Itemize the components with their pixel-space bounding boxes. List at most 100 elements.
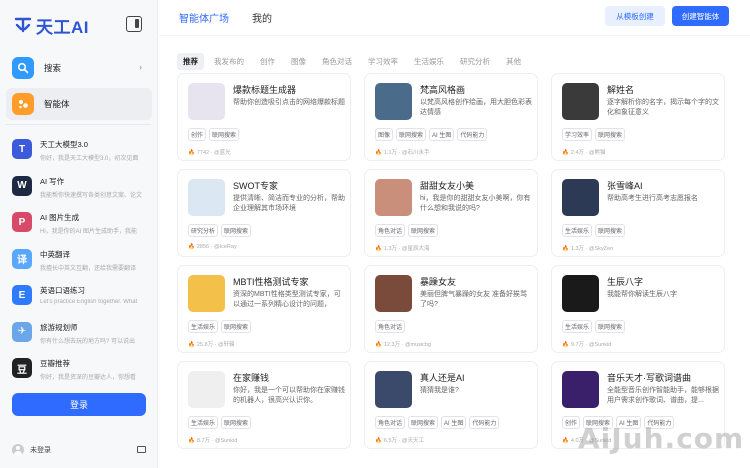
nav-item-agents[interactable]: 智能体 (6, 88, 152, 120)
agent-tags: 生活娱乐 联网搜索 (562, 224, 626, 237)
agent-tag: 联网搜索 (583, 416, 614, 429)
agent-card[interactable]: 暴躁女友 美丽但脾气暴躁的女友 准备好挨骂了吗? 角色对话 🔥 12.3万 · @mus… (364, 265, 538, 353)
agent-meta: 🔥 25.8万 · @轩辕 (188, 340, 235, 348)
agent-thumbnail (562, 371, 599, 408)
agent-icon (12, 93, 34, 115)
agent-tag: 代码能力 (457, 128, 488, 141)
agent-title: 真人还是AI (420, 373, 465, 383)
agent-meta: 🔥 2.4万 · @熊猫 (562, 148, 606, 156)
agent-desc: 帮助高考生进行高考志愿报名 (607, 195, 698, 202)
category-tab[interactable]: 图像 (285, 53, 312, 70)
agent-title: 甜甜女友小美 (420, 181, 475, 191)
model-text: AI 写作我能帮你快速撰写各类创意文案、论文 (40, 176, 146, 199)
wallet-icon[interactable] (137, 446, 146, 453)
agent-card[interactable]: 梵高风格画 以梵高风格创作绘画，用大胆色彩表达情感 图像 联网搜索 AI 生图 代码能力 🔥… (364, 73, 538, 161)
category-tab[interactable]: 其他 (500, 53, 527, 70)
category-tab[interactable]: 推荐 (177, 53, 204, 70)
agent-card[interactable]: 张雪峰AI 帮助高考生进行高考志愿报名 生活娱乐 联网搜索 🔥 1.3万 · @SkyZe… (551, 169, 725, 257)
agent-author: @天天工 (401, 438, 424, 444)
agent-tag: 联网搜索 (408, 416, 439, 429)
model-item[interactable]: ✈ 旅游规划师 你有什么想去玩的地方吗? 可以说出 (6, 315, 152, 352)
user-row[interactable]: 未登录 (12, 444, 51, 456)
agent-thumbnail (375, 179, 412, 216)
nav-item-search[interactable]: 搜索 › (6, 52, 152, 84)
main-content: 智能体广场 我的 从模板创建 创建智能体 推荐 我发布的 创作 图像 角色对话 学习效率生… (159, 0, 750, 468)
agent-count: 25.8万 (196, 342, 214, 348)
agent-tag: 联网搜索 (209, 128, 240, 141)
category-tab[interactable]: 创作 (254, 53, 281, 70)
sidebar-collapse-icon[interactable] (126, 16, 142, 32)
tab-mine[interactable]: 我的 (252, 10, 272, 25)
agent-count: 2.4万 (570, 150, 585, 156)
agent-thumbnail (562, 179, 599, 216)
agent-tag: 联网搜索 (408, 224, 439, 237)
agent-meta: 🔥 9.7万 · @Sunkid (562, 340, 611, 348)
model-list: T 天工大模型3.0 你好，我是天工大模型3.0，初次见面 W AI 写作 我能帮你快速撰… (6, 132, 152, 390)
agent-author: @Sunkid (588, 438, 612, 444)
agent-card[interactable]: MBTI性格测试专家 资深的MBTI性格类型测试专家，可以通过一系列精心设计的问题… (177, 265, 351, 353)
agent-author: @石川永手 (401, 150, 430, 156)
category-tab[interactable]: 角色对话 (316, 53, 358, 70)
model-text: 豆瓣推荐 你好，我是资深的豆瓣达人，你想看 (40, 358, 146, 381)
agent-title: 张雪峰AI (607, 181, 643, 191)
model-item[interactable]: P AI 图片生成 Hi，我是你的AI 图片生成助手，我能 (6, 205, 152, 242)
model-desc: 我能帮你快速撰写各类创意文案、论文 (40, 192, 143, 199)
agent-count: 12.3万 (383, 342, 401, 348)
logo[interactable]: 天工AI (14, 14, 89, 37)
model-item[interactable]: C编程助理 (6, 388, 152, 391)
sidebar-divider (6, 124, 151, 125)
agent-card[interactable]: 真人还是AI 猜猜我是谁? 角色对话 联网搜索 AI 生图 代码能力 🔥 6.5万 · @天天… (364, 361, 538, 449)
agent-tag: 生活娱乐 (562, 320, 593, 333)
model-item[interactable]: E 英语口语练习 Let's practice English together. … (6, 278, 152, 315)
fire-icon: 🔥 (188, 438, 195, 444)
model-icon: 豆 (12, 358, 32, 378)
agent-desc: 猜猜我是谁? (420, 387, 459, 394)
agent-card[interactable]: SWOT专家 提供清晰、简洁而专业的分析，帮助企业理解其市场环境 研究分析 联网搜索 🔥… (177, 169, 351, 257)
agent-count: 7742 (196, 150, 210, 156)
agent-card[interactable]: 生辰八字 我能帮你解读生辰八字 生活娱乐 联网搜索 🔥 9.7万 · @Sunkid (551, 265, 725, 353)
model-item[interactable]: 豆豆瓣推荐 你好，我是资深的豆瓣达人，你想看 (6, 351, 152, 388)
agent-tag: 联网搜索 (221, 224, 252, 237)
model-item[interactable]: W AI 写作 我能帮你快速撰写各类创意文案、论文 (6, 169, 152, 206)
category-tab[interactable]: 学习效率 (362, 53, 404, 70)
category-tab[interactable]: 生活娱乐 (408, 53, 450, 70)
agent-title: SWOT专家 (233, 181, 278, 191)
agent-card[interactable]: 在家赚钱 你好，我是一个可以帮助你在家赚钱的机器人，很高兴认识你。 生活娱乐 联网搜索… (177, 361, 351, 449)
agent-thumbnail (375, 83, 412, 120)
agent-card[interactable]: 甜甜女友小美 hi，我是你的甜甜女友小美啊，你有什么想和我说的吗? 角色对话 联网搜索… (364, 169, 538, 257)
fire-icon: 🔥 (562, 246, 569, 252)
category-tab[interactable]: 研究分析 (454, 53, 496, 70)
model-item[interactable]: T 天工大模型3.0 你好，我是天工大模型3.0，初次见面 (6, 132, 152, 169)
agent-tag: 联网搜索 (595, 128, 626, 141)
category-tab[interactable]: 我发布的 (208, 53, 250, 70)
model-desc: Hi，我是你的AI 图片生成助手，我能 (40, 229, 138, 235)
agent-title: MBTI性格测试专家 (233, 277, 309, 287)
model-name: AI 写作 (40, 176, 65, 186)
agent-card[interactable]: 解姓名 逐字解析你的名字，揭示每个字的文化和象征意义 学习效率 联网搜索 🔥 2.4万 ·… (551, 73, 725, 161)
agent-tag: 代码能力 (644, 416, 675, 429)
agent-author: @熊猫 (588, 150, 606, 156)
tab-agent-square[interactable]: 智能体广场 (179, 10, 229, 25)
model-text: 旅游规划师你有什么想去玩的地方吗? 可以说出 (40, 322, 146, 345)
agent-tag: 联网搜索 (221, 416, 252, 429)
agent-desc: 我能帮你解读生辰八字 (607, 291, 677, 298)
agent-author: @Sunkid (214, 438, 238, 444)
agent-card[interactable]: 爆款标题生成器 帮助你创造吸引点击的网络爆款标题 创作 联网搜索 🔥 7742 · @蓝光 (177, 73, 351, 161)
model-name: 旅游规划师 (40, 322, 78, 332)
login-button[interactable]: 登录 (12, 393, 146, 416)
agent-tag: 学习效率 (562, 128, 593, 141)
agent-tag: 角色对话 (375, 320, 406, 333)
fire-icon: 🔥 (375, 246, 382, 252)
agent-count: 9.7万 (570, 342, 585, 348)
create-agent-button[interactable]: 创建智能体 (672, 6, 729, 26)
agent-card[interactable]: 音乐天才·写歌词谱曲 全能型音乐创作智能助手，能够根据用户需求创作歌词、谱曲，提.… (551, 361, 725, 449)
fire-icon: 🔥 (562, 342, 569, 348)
agent-author: @SkyZen (588, 246, 614, 252)
create-from-template-button[interactable]: 从模板创建 (605, 6, 665, 26)
model-item[interactable]: 译中英翻译 我擅长中英文互翻，还给我需要翻译 (6, 242, 152, 279)
agent-count: 4.0万 (570, 438, 585, 444)
agent-tag: 生活娱乐 (562, 224, 593, 237)
agent-author: @星辰大海 (401, 246, 430, 252)
agent-meta: 🔥 1.1万 · @石川永手 (375, 148, 430, 156)
model-desc: 你有什么想去玩的地方吗? 可以说出 (40, 338, 136, 345)
